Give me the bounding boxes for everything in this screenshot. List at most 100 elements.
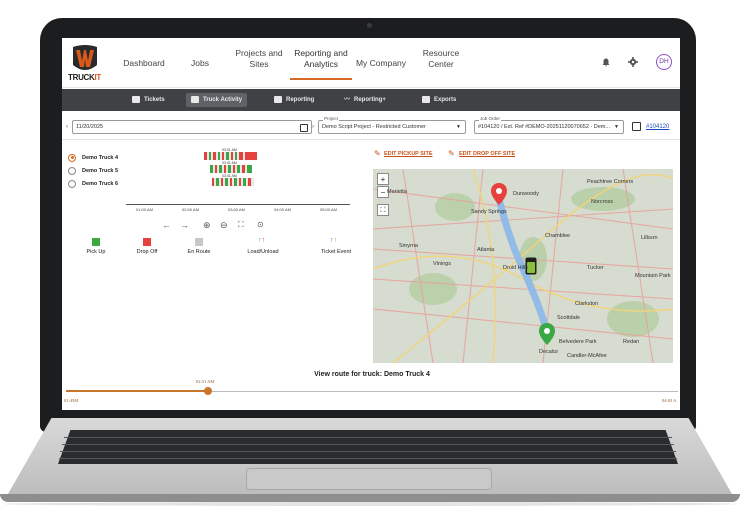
bell-icon[interactable]: [602, 58, 610, 67]
radio-selected[interactable]: [68, 153, 76, 162]
logo-text: TRUCKIT: [68, 73, 102, 82]
nav-my-company[interactable]: My Company: [354, 58, 408, 69]
load-unload-pins-icon: ↑↑: [258, 237, 265, 244]
map-place-label: Clarkston: [575, 301, 599, 307]
job-link[interactable]: #104120: [646, 124, 669, 130]
truck-option[interactable]: Demo Truck 4: [68, 153, 118, 163]
legend-label: Pick Up: [86, 249, 106, 255]
dropoff-swatch: [143, 238, 151, 246]
map-place-label: Mountain Park: [635, 273, 671, 279]
nav-dashboard[interactable]: Dashboard: [120, 58, 168, 69]
tab-exports[interactable]: Exports: [422, 93, 456, 107]
app-screen: TRUCKIT Dashboard Jobs Projects and Site…: [62, 38, 680, 410]
calendar-icon[interactable]: [632, 122, 641, 131]
map-place-label: Vinings: [433, 261, 451, 267]
map-place-label: Smyrna: [399, 243, 418, 249]
time-slider-fill: [66, 390, 208, 392]
slider-max-label: 04:03 A: [662, 398, 677, 403]
sub-navigation: Tickets Truck Activity Reporting 〰 Report…: [62, 89, 680, 111]
trend-icon: 〰: [344, 97, 351, 103]
gear-icon[interactable]: [628, 57, 638, 67]
key-row: [59, 458, 677, 459]
legend-label: Ticket Event: [320, 249, 352, 255]
tick-label: 02:00 AM: [182, 207, 199, 212]
map-place-label: Tucker: [587, 265, 604, 271]
legend-label: Drop Off: [136, 249, 158, 255]
time-slider-thumb[interactable]: [204, 387, 212, 395]
nav-resource-center[interactable]: Resource Center: [418, 48, 464, 70]
filter-bar: ‹ 11/20/2025 › Project Demo Script Proje…: [62, 114, 680, 140]
map-place-label: Atlanta: [477, 247, 495, 253]
truck-option[interactable]: Demo Truck 5: [68, 166, 118, 176]
map-fullscreen-button[interactable]: ⛶: [377, 204, 389, 216]
zoom-in-icon[interactable]: ⊕: [203, 220, 211, 231]
laptop-mockup: TRUCKIT Dashboard Jobs Projects and Site…: [0, 0, 740, 526]
map-place-label: Norcross: [591, 199, 614, 205]
tab-truck-activity[interactable]: Truck Activity: [186, 93, 248, 107]
radio[interactable]: [68, 179, 76, 188]
project-select[interactable]: Project Demo Script Project - Restricted…: [318, 116, 466, 134]
report-icon: [274, 95, 282, 103]
job-order-label: Job Order: [479, 116, 502, 122]
chevron-down-icon: ▼: [614, 124, 619, 130]
map-zoom-in-button[interactable]: +: [377, 173, 389, 185]
route-title: View route for truck: Demo Truck 4: [314, 371, 430, 378]
center-icon[interactable]: ⊙: [257, 220, 264, 229]
edit-dropoff-site-link[interactable]: EDIT DROP OFF SITE: [459, 151, 515, 157]
legend-label: Load/Unload: [247, 249, 279, 255]
timeline-truck-6: [212, 178, 254, 186]
dropoff-pin-icon[interactable]: [491, 183, 507, 205]
laptop-front-edge: [0, 494, 740, 502]
route-map[interactable]: + − ⛶ Atlanta Sandy Springs Dunwoody Pea…: [373, 169, 673, 363]
pickup-swatch: [92, 238, 100, 246]
fit-icon[interactable]: ⛶: [238, 220, 244, 230]
tab-reporting[interactable]: Reporting: [274, 93, 314, 107]
map-place-label: Candler-McAfee: [567, 353, 607, 359]
tickets-icon: [132, 95, 140, 103]
nav-reporting-and-analytics[interactable]: Reporting and Analytics: [290, 48, 352, 70]
key-row: [64, 437, 672, 438]
slider-min-label: 01:45M: [64, 398, 79, 403]
pencil-icon: ✎: [374, 149, 381, 158]
tick-label: 01:00 AM: [136, 207, 153, 212]
timeline-label: 03:31 AM: [222, 174, 237, 178]
slider-value-label: 02:51 AM: [196, 379, 215, 384]
zoom-out-icon[interactable]: ⊖: [220, 220, 228, 231]
next-date-icon[interactable]: ›: [312, 124, 314, 130]
pickup-pin-icon[interactable]: [539, 323, 555, 345]
job-order-select[interactable]: Job Order #104120 / Ext. Ref #DEMO-20251…: [474, 116, 624, 134]
pencil-icon: ✎: [448, 149, 455, 158]
map-place-label: Lilburn: [641, 235, 658, 241]
key-row: [62, 444, 674, 445]
nav-projects-and-sites[interactable]: Projects and Sites: [234, 48, 284, 70]
map-place-label: Sandy Springs: [471, 209, 507, 215]
top-navigation: TRUCKIT Dashboard Jobs Projects and Site…: [62, 38, 680, 88]
tick-label: 05:00 AM: [320, 207, 337, 212]
active-nav-underline: [290, 78, 352, 80]
tab-tickets[interactable]: Tickets: [132, 93, 165, 107]
radio[interactable]: [68, 166, 76, 175]
prev-date-icon[interactable]: ‹: [66, 124, 68, 130]
key-row: [60, 451, 676, 452]
arrow-right-icon[interactable]: →: [180, 220, 189, 230]
truck-option[interactable]: Demo Truck 6: [68, 179, 118, 189]
arrow-left-icon[interactable]: ←: [162, 220, 171, 230]
edit-pickup-site-link[interactable]: EDIT PICKUP SITE: [384, 151, 433, 157]
export-icon: [422, 95, 430, 103]
truck-icon: [191, 95, 199, 103]
timeline-label: 03:31 AM: [222, 148, 237, 152]
activity-timeline: [204, 152, 257, 186]
map-place-label: Chamblee: [545, 233, 571, 239]
nav-jobs[interactable]: Jobs: [187, 58, 213, 69]
project-label: Project: [323, 116, 340, 122]
en-route-swatch: [195, 238, 203, 246]
tab-reporting-plus[interactable]: 〰 Reporting+: [344, 93, 386, 107]
map-place-label: Dunwoody: [513, 191, 539, 197]
map-place-label: Marietta: [387, 189, 407, 195]
avatar[interactable]: DH: [656, 54, 672, 70]
legend-label: En Route: [187, 249, 211, 255]
date-field[interactable]: 11/20/2025: [72, 120, 312, 134]
map-place-label: Peachtree Corners: [587, 179, 634, 185]
laptop-shadow: [4, 502, 736, 506]
calendar-icon[interactable]: [300, 124, 308, 132]
